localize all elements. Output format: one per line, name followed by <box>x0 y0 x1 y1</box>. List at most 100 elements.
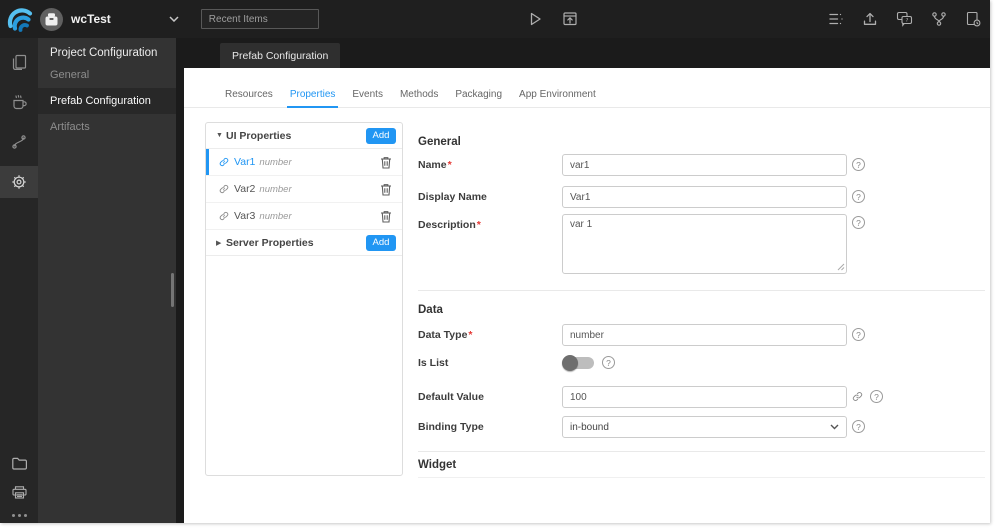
data-type-input[interactable] <box>562 324 847 346</box>
delete-property-button[interactable] <box>380 210 392 223</box>
rail-item-settings[interactable] <box>0 166 38 198</box>
tab-packaging[interactable]: Packaging <box>452 89 505 107</box>
rail-item-apis[interactable] <box>0 126 38 158</box>
config-nav: Project Configuration General Prefab Con… <box>38 38 176 523</box>
document-tab-strip: Prefab Configuration <box>184 38 990 68</box>
collapse-arrow-icon: ▶ <box>216 239 222 247</box>
help-icon[interactable]: ? <box>602 356 615 369</box>
description-label: Description* <box>418 219 481 231</box>
name-input[interactable] <box>562 154 847 176</box>
section-title-data: Data <box>418 304 443 316</box>
panel-splitter[interactable] <box>176 38 184 523</box>
rail-top-group <box>0 38 38 198</box>
help-icon[interactable]: ? <box>852 190 865 203</box>
resize-handle-icon[interactable] <box>837 263 845 271</box>
section-title-widget: Widget <box>418 459 457 471</box>
topbar-right-actions: ? <box>828 0 981 38</box>
export-icon <box>863 12 877 25</box>
settings-icon <box>12 175 26 189</box>
default-value-input[interactable] <box>562 386 847 408</box>
recent-items-input[interactable] <box>200 9 319 29</box>
is-list-toggle[interactable] <box>562 355 595 371</box>
server-properties-group-header[interactable]: ▶ Server Properties Add <box>206 230 402 256</box>
description-textarea[interactable]: var 1 <box>562 214 847 274</box>
rail-item-pages[interactable] <box>0 46 38 78</box>
console-button[interactable] <box>11 485 28 500</box>
file-explorer-button[interactable] <box>11 456 28 471</box>
delete-property-button[interactable] <box>380 183 392 196</box>
pages-icon <box>12 54 26 70</box>
binding-type-select[interactable]: in-bound <box>562 416 847 438</box>
export-button[interactable] <box>862 11 878 27</box>
ui-properties-group-header[interactable]: ▼ UI Properties Add <box>206 123 402 149</box>
file-explorer-icon <box>11 457 27 470</box>
help-icon[interactable]: ? <box>852 328 865 341</box>
add-ui-property-button[interactable]: Add <box>366 127 396 144</box>
run-icon <box>530 12 541 26</box>
apis-icon <box>12 135 26 149</box>
binding-type-value: in-bound <box>570 421 609 433</box>
section-divider <box>418 451 985 452</box>
group-label: UI Properties <box>226 129 292 142</box>
display-name-label: Display Name <box>418 191 487 203</box>
is-list-label: Is List <box>418 357 449 369</box>
preview-button[interactable] <box>562 11 578 27</box>
trash-icon <box>381 183 391 196</box>
config-tabs: Resources Properties Events Methods Pack… <box>184 68 990 108</box>
console-icon <box>11 486 27 499</box>
trash-icon <box>381 210 391 223</box>
preferences-button[interactable] <box>828 11 844 27</box>
link-icon <box>219 184 229 194</box>
wavemaker-logo[interactable] <box>7 6 33 32</box>
name-label: Name* <box>418 159 452 171</box>
nav-item-general[interactable]: General <box>38 62 176 88</box>
backup-button[interactable] <box>965 11 981 27</box>
default-value-label: Default Value <box>418 391 484 403</box>
property-name: Var2 <box>234 183 256 195</box>
required-mark: * <box>476 219 481 231</box>
tab-resources[interactable]: Resources <box>222 89 276 107</box>
help-icon[interactable]: ? <box>852 420 865 433</box>
rail-item-services[interactable] <box>0 86 38 118</box>
property-type: number <box>259 183 292 195</box>
section-divider <box>418 290 985 291</box>
tab-events[interactable]: Events <box>349 89 386 107</box>
app-window: wcTest Recent Items ? Project Configurat… <box>0 0 1003 528</box>
tab-methods[interactable]: Methods <box>397 89 441 107</box>
rail-bottom-group <box>0 456 38 517</box>
chevron-down-icon <box>169 16 179 22</box>
tab-app-environment[interactable]: App Environment <box>516 89 599 107</box>
required-mark: * <box>447 159 452 171</box>
run-button[interactable] <box>528 11 543 27</box>
tab-properties[interactable]: Properties <box>286 89 339 108</box>
nav-scrollbar-thumb[interactable] <box>171 273 174 307</box>
nav-item-prefab-configuration[interactable]: Prefab Configuration <box>38 88 176 114</box>
feedback-button[interactable]: ? <box>896 11 913 27</box>
section-divider <box>418 477 985 478</box>
property-item-var1[interactable]: Var1 number <box>206 149 402 176</box>
help-icon[interactable]: ? <box>852 158 865 171</box>
file-backup-icon <box>966 11 981 27</box>
link-icon <box>852 392 863 401</box>
property-item-var2[interactable]: Var2 number <box>206 176 402 203</box>
add-server-property-button[interactable]: Add <box>366 234 396 251</box>
group-label: Server Properties <box>226 236 314 249</box>
doc-tab-prefab-configuration[interactable]: Prefab Configuration <box>220 43 341 68</box>
svg-text:?: ? <box>906 18 909 24</box>
display-name-input[interactable] <box>562 186 847 208</box>
more-button[interactable] <box>11 514 27 517</box>
section-title-general: General <box>418 136 461 148</box>
help-icon[interactable]: ? <box>870 390 883 403</box>
project-switcher-chevron[interactable] <box>169 16 179 22</box>
property-type: number <box>259 210 292 222</box>
delete-property-button[interactable] <box>380 156 392 169</box>
help-icon[interactable]: ? <box>852 216 865 229</box>
project-avatar[interactable] <box>40 7 63 31</box>
topbar-center-actions <box>528 0 578 38</box>
nav-item-artifacts[interactable]: Artifacts <box>38 114 176 140</box>
bind-value-button[interactable] <box>852 391 863 402</box>
branch-button[interactable] <box>931 11 947 27</box>
more-icon <box>11 514 15 517</box>
property-item-var3[interactable]: Var3 number <box>206 203 402 230</box>
trash-icon <box>381 156 391 169</box>
